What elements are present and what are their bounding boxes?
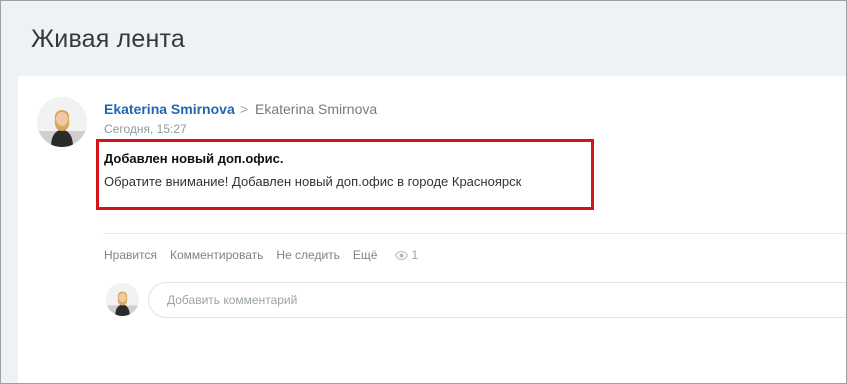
views-counter: 1 — [395, 248, 418, 262]
author-avatar[interactable] — [37, 97, 87, 147]
more-button[interactable]: Ещё — [353, 248, 378, 262]
eye-icon — [395, 250, 409, 260]
recipient-link[interactable]: Ekaterina Smirnova — [255, 101, 377, 117]
post-title: Добавлен новый доп.офис. — [104, 151, 284, 166]
unfollow-button[interactable]: Не следить — [276, 248, 340, 262]
like-button[interactable]: Нравится — [104, 248, 157, 262]
post-timestamp[interactable]: Сегодня, 15:27 — [104, 122, 187, 136]
post-actions: Нравится Комментировать Не следить Ещё 1 — [104, 248, 418, 262]
page-title: Живая лента — [31, 25, 186, 53]
live-feed-panel: Живая лента Ekaterina Smirnova > Ekateri… — [0, 0, 847, 384]
comment-button[interactable]: Комментировать — [170, 248, 263, 262]
views-count: 1 — [411, 248, 419, 262]
commenter-avatar — [106, 283, 139, 316]
chevron-right-icon: > — [240, 101, 249, 117]
feed-post: Ekaterina Smirnova > Ekaterina Smirnova … — [18, 76, 846, 383]
post-text: Обратите внимание! Добавлен новый доп.оф… — [104, 174, 522, 189]
divider — [103, 233, 846, 234]
comment-input[interactable] — [148, 282, 846, 318]
author-link[interactable]: Ekaterina Smirnova — [104, 101, 235, 117]
